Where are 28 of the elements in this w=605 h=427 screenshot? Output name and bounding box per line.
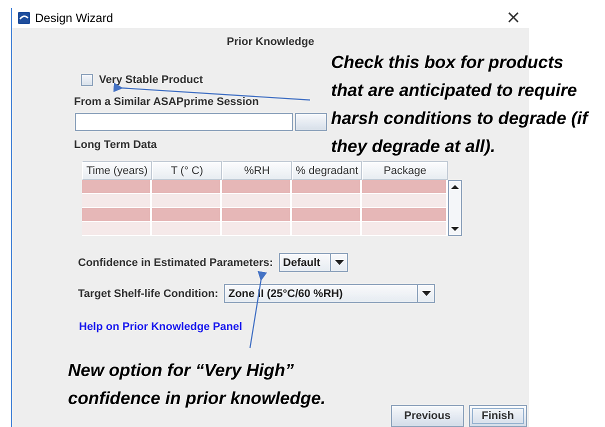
section-label: Long Term Data — [74, 139, 157, 151]
checkbox-label: Very Stable Product — [99, 74, 203, 86]
column-header[interactable]: Package — [362, 161, 448, 180]
help-link[interactable]: Help on Prior Knowledge Panel — [79, 321, 529, 333]
wizard-button[interactable]: Previous — [391, 405, 464, 427]
section-label: From a Similar ASAPprime Session — [74, 96, 259, 108]
scroll-up-icon[interactable] — [451, 183, 459, 191]
dropdown-arrow-icon — [422, 291, 431, 296]
annotation-text: New option for “Very High” confidence in prior knowledge. — [68, 359, 327, 410]
panel-title: Prior Knowledge — [226, 36, 316, 48]
checkbox[interactable] — [81, 74, 93, 86]
target-condition-label: Target Shelf-life Condition: — [78, 288, 218, 300]
column-header[interactable]: %RH — [222, 161, 292, 180]
confidence-dropdown[interactable]: Default — [279, 253, 348, 272]
session-field[interactable] — [75, 113, 293, 131]
annotation-text: Check this box for products that are anticipated to require harsh conditions to degrade (if they degrade at all). — [331, 51, 590, 158]
confidence-label: Confidence in Estimated Parameters: — [78, 256, 274, 268]
column-header[interactable]: % degradant — [292, 161, 362, 180]
wizard-button[interactable]: Finish — [468, 405, 527, 427]
dropdown-arrow-icon — [334, 260, 344, 265]
scroll-down-icon[interactable] — [451, 225, 459, 233]
app-icon — [18, 12, 30, 24]
browse-button[interactable] — [295, 113, 327, 131]
scrollbar[interactable] — [448, 180, 462, 236]
column-header[interactable]: Time (years) — [82, 161, 152, 180]
column-header[interactable]: T (° C) — [152, 161, 222, 180]
close-button[interactable]: × — [506, 10, 521, 26]
window-title: Design Wizard — [35, 11, 114, 25]
